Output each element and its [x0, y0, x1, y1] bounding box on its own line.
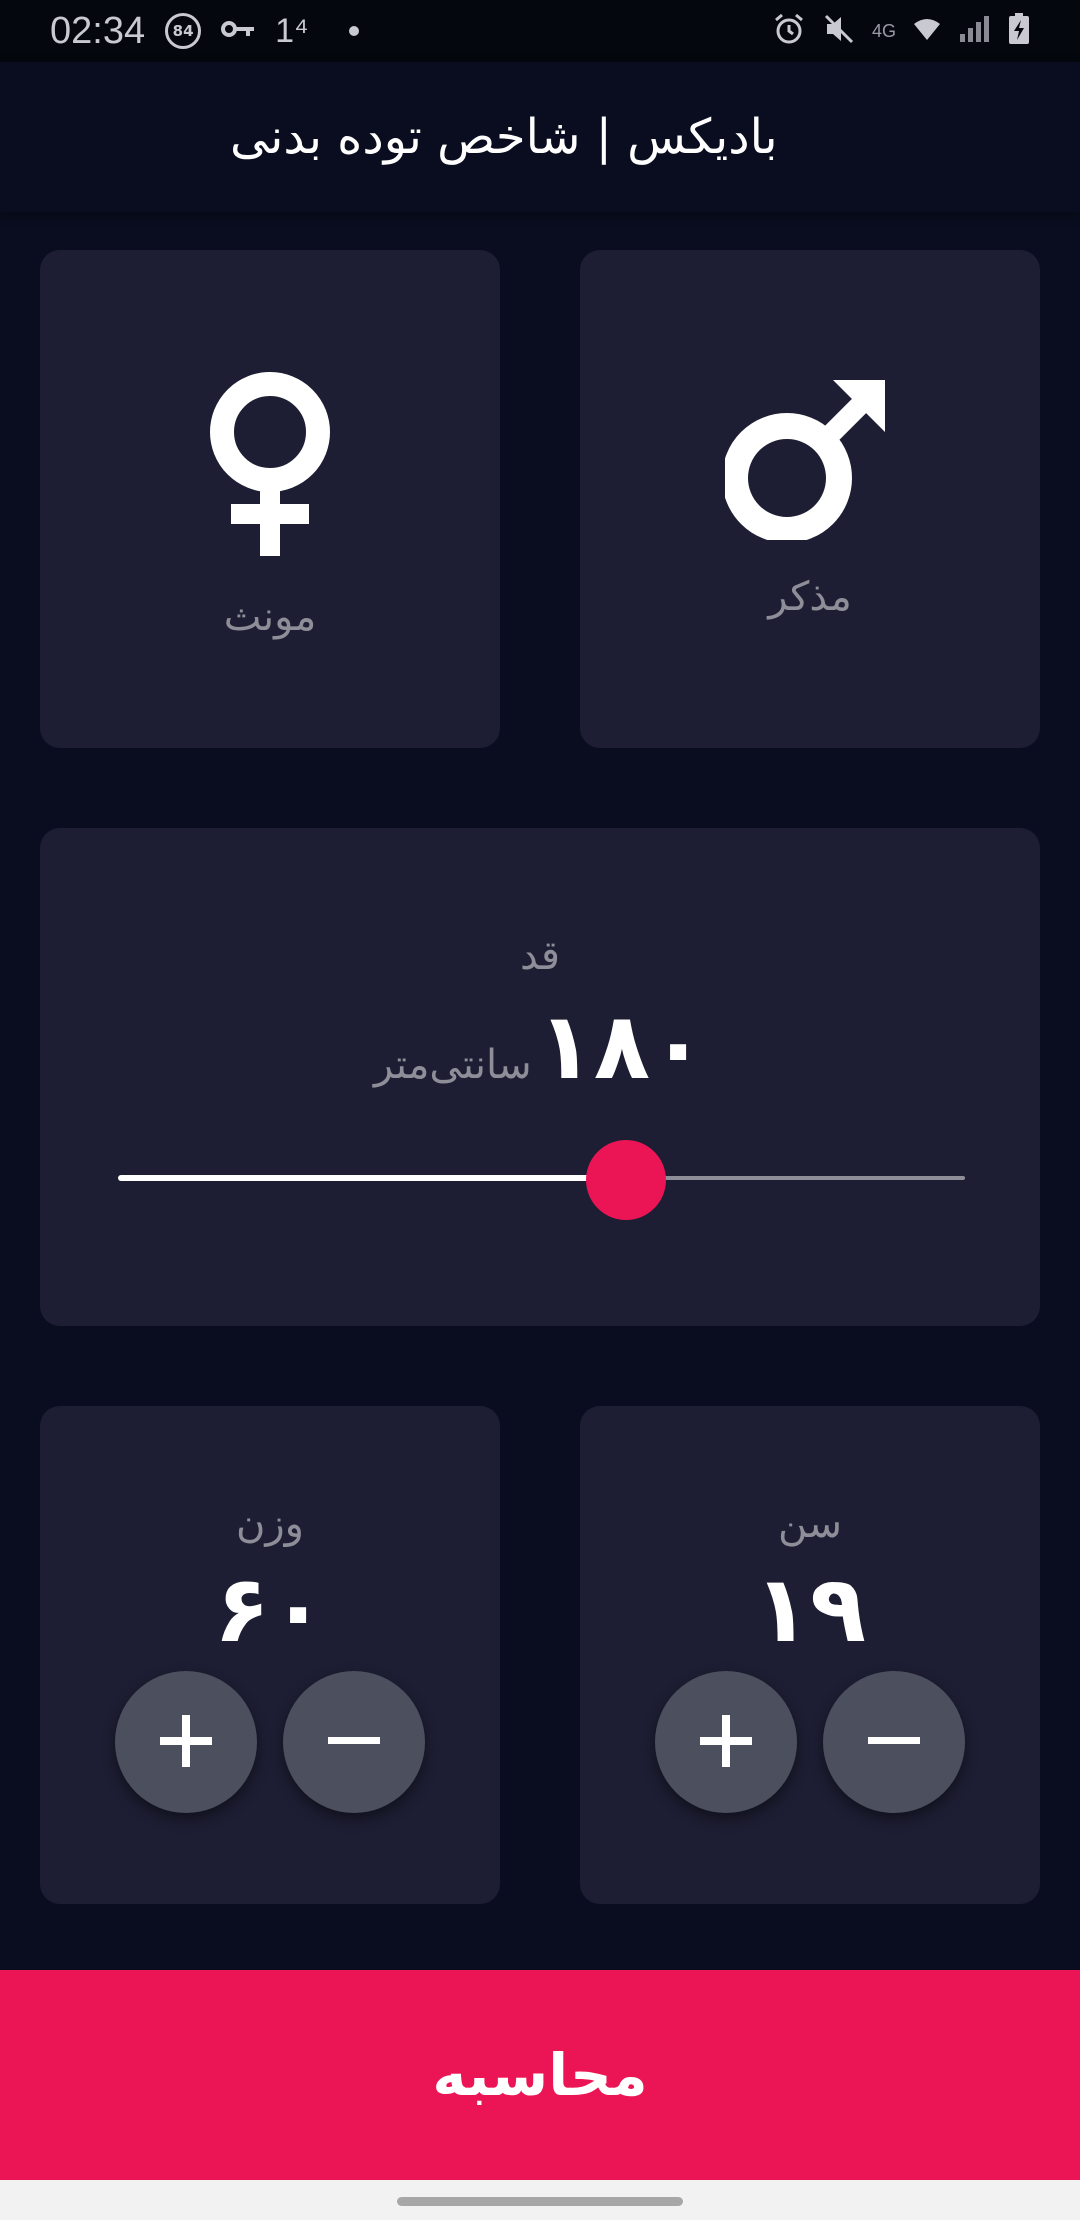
height-value: ۱۸۰: [537, 993, 707, 1100]
mute-icon: [822, 12, 856, 50]
height-slider-track-active[interactable]: [118, 1175, 627, 1181]
status-bar: 02:34 84 1⁴ 4G: [0, 0, 1080, 62]
age-label: سن: [778, 1501, 842, 1547]
height-card: قد ۱۸۰ سانتی‌متر: [40, 828, 1040, 1326]
age-card: سن ۱۹: [580, 1406, 1040, 1904]
gender-card-female[interactable]: مونث: [40, 250, 500, 748]
status-time: 02:34: [50, 9, 146, 52]
age-increase-button[interactable]: [655, 1671, 797, 1813]
gender-card-male[interactable]: مذکر: [580, 250, 1040, 748]
status-extra: 1⁴: [275, 11, 309, 50]
age-value: ۱۹: [753, 1556, 867, 1663]
height-slider-thumb[interactable]: [586, 1140, 667, 1220]
height-label: قد: [519, 933, 561, 979]
app-title: بادیکس | شاخص توده بدنی: [230, 109, 778, 165]
key-icon: [221, 19, 255, 43]
female-symbol-icon: [185, 370, 355, 564]
status-left: 02:34 84 1⁴: [50, 10, 359, 53]
height-unit: سانتی‌متر: [373, 1042, 532, 1088]
minus-icon: [866, 1713, 922, 1772]
network-type: 4G: [871, 20, 896, 41]
gender-label-male: مذکر: [768, 574, 852, 620]
signal-icon: [958, 14, 992, 48]
weight-increase-button[interactable]: [115, 1671, 257, 1813]
dot-icon: [348, 26, 359, 36]
alarm-icon: [772, 12, 806, 50]
gender-label-female: مونث: [223, 594, 317, 640]
navigation-bar: [0, 2180, 1080, 2220]
height-slider-track-inactive[interactable]: [626, 1176, 965, 1180]
notification-badge-icon: 84: [165, 13, 202, 49]
weight-label: وزن: [235, 1501, 304, 1547]
weight-value: ۶۰: [213, 1556, 327, 1663]
home-gesture-handle[interactable]: [397, 2197, 683, 2206]
male-symbol-icon: [722, 370, 895, 544]
status-right: 4G: [772, 12, 1030, 50]
plus-icon: [698, 1713, 754, 1772]
height-value-row: ۱۸۰ سانتی‌متر: [40, 993, 1040, 1100]
wifi-icon: [912, 16, 942, 46]
battery-charging-icon: [1008, 13, 1030, 49]
age-decrease-button[interactable]: [823, 1671, 965, 1813]
app-bar: بادیکس | شاخص توده بدنی: [0, 62, 1080, 212]
calculate-button[interactable]: محاسبه: [0, 1970, 1080, 2180]
weight-card: وزن ۶۰: [40, 1406, 500, 1904]
plus-icon: [158, 1713, 214, 1772]
minus-icon: [326, 1713, 382, 1772]
weight-decrease-button[interactable]: [283, 1671, 425, 1813]
